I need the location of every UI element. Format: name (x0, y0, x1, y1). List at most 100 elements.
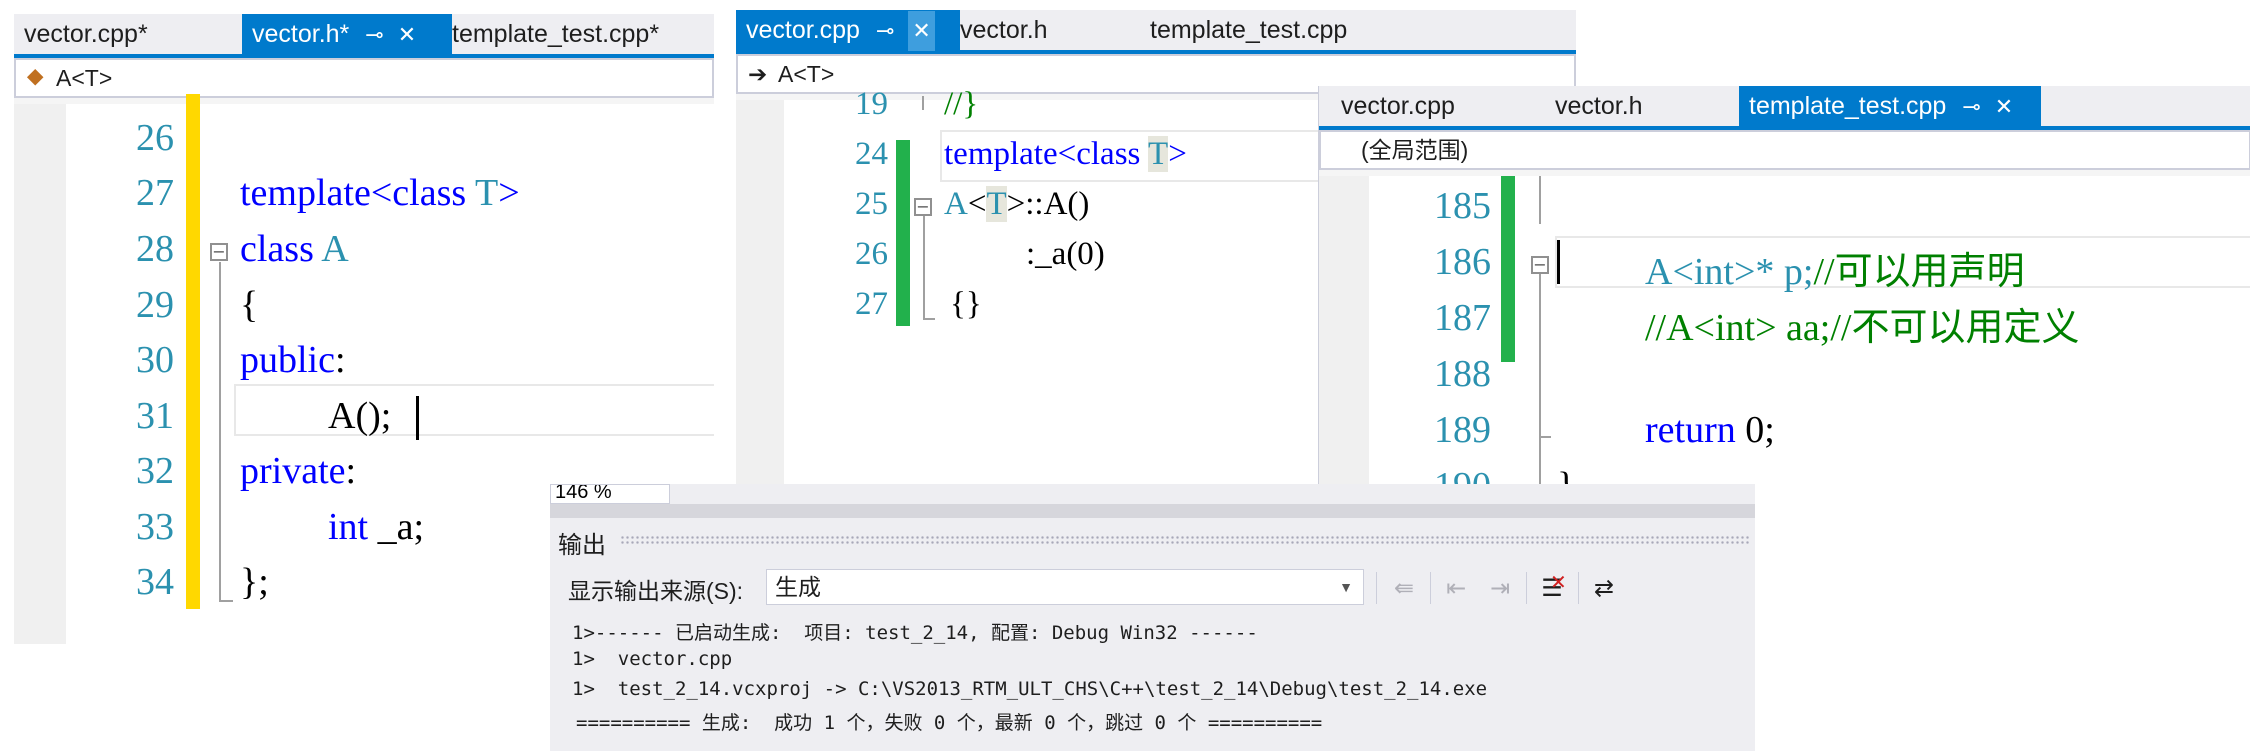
code-line: template<class T> (944, 136, 1187, 172)
chevron-down-icon: ▼ (1339, 579, 1353, 595)
line-number: 28 (136, 228, 174, 270)
navigation-bar[interactable]: (全局范围) (1319, 130, 2250, 170)
tab-label: vector.cpp (746, 16, 860, 44)
line-number: 188 (1434, 353, 1491, 395)
line-number: 19 (855, 86, 888, 122)
pin-icon[interactable]: ⊸ (1962, 87, 1980, 127)
line-number: 25 (855, 186, 888, 222)
code-line: class A (240, 228, 349, 270)
outline-line (219, 262, 221, 602)
line-number: 190 (1434, 465, 1491, 486)
close-icon[interactable]: ✕ (1995, 87, 2013, 127)
code-line: { (240, 284, 259, 326)
code-line: template<class T> (240, 172, 520, 214)
line-number: 27 (136, 172, 174, 214)
tab-vector-cpp[interactable]: vector.cpp (1341, 86, 1455, 126)
code-editor[interactable]: 185 186 187 188 189 190 − A<int>* p;//可以… (1319, 176, 2250, 486)
tab-bar: vector.cpp vector.h template_test.cpp ⊸ ✕ (1319, 86, 2250, 130)
zoom-value: 146 % (555, 484, 612, 503)
outline-line (1539, 176, 1541, 224)
output-line: ========== 生成: 成功 1 个，失败 0 个，最新 0 个，跳过 0… (576, 712, 1323, 734)
outline-end (923, 318, 935, 320)
toolbar-separator (1376, 572, 1377, 604)
code-line: A<int>* p;//可以用声明 (1645, 251, 2025, 293)
code-line: private: (240, 450, 357, 492)
code-line: :_a(0) (1026, 236, 1105, 272)
pin-icon[interactable]: ⊸ (365, 15, 383, 55)
line-number: 34 (136, 561, 174, 603)
tab-vector-cpp[interactable]: vector.cpp* (24, 14, 148, 54)
output-title: 输出 (558, 532, 606, 559)
scope-label: A<T> (778, 61, 835, 87)
line-number: 185 (1434, 185, 1491, 227)
tab-template-test-cpp[interactable]: template_test.cpp (1150, 10, 1347, 50)
collapse-toggle[interactable]: − (1531, 256, 1549, 274)
navigation-bar[interactable]: ⯁ A<T> (14, 58, 714, 98)
line-number: 30 (136, 339, 174, 381)
collapse-toggle[interactable]: − (914, 198, 932, 216)
output-source-label: 显示输出来源(S): (568, 578, 744, 604)
output-window: 146 % 输出 显示输出来源(S): 生成 ▼ ⇚ ⇤ ⇥ ☰ ✕ ⇄ 1>--… (550, 484, 1755, 751)
pin-icon[interactable]: ⊸ (876, 11, 894, 51)
line-number: 189 (1434, 409, 1491, 451)
output-source-select[interactable]: 生成 ▼ (766, 569, 1364, 605)
gutter (1319, 176, 1369, 486)
outline-line (923, 216, 925, 320)
word-wrap-icon[interactable]: ⇄ (1588, 572, 1620, 604)
collapse-toggle[interactable]: − (210, 243, 228, 261)
output-divider (550, 504, 1755, 518)
output-line: 1> vector.cpp (572, 648, 733, 670)
drag-grip[interactable] (620, 535, 1749, 545)
change-marker-unsaved (186, 94, 200, 609)
code-line: //} (944, 86, 979, 122)
find-message-icon[interactable]: ⇚ (1388, 572, 1420, 604)
line-number: 186 (1434, 241, 1491, 283)
editor-pane-template-test-cpp: vector.cpp vector.h template_test.cpp ⊸ ✕ … (1318, 86, 2250, 486)
code-line: public: (240, 339, 346, 381)
tab-label: vector.h* (252, 20, 350, 48)
code-line: {} (950, 286, 982, 322)
code-line: A<T>::A() (944, 186, 1090, 222)
code-line: //A<int> aa;//不可以用定义 (1645, 307, 2080, 349)
code-line: int _a; (328, 506, 425, 548)
previous-message-icon[interactable]: ⇤ (1440, 572, 1472, 604)
output-text-area[interactable]: 1>------ 已启动生成: 项目: test_2_14, 配置: Debug… (550, 612, 1755, 751)
code-line: return 0; (1645, 409, 1775, 451)
code-line: }; (240, 561, 269, 603)
line-number: 27 (855, 286, 888, 322)
toolbar-separator (1526, 572, 1527, 604)
tab-template-test-cpp[interactable]: template_test.cpp* (452, 14, 659, 54)
outline-end (219, 600, 233, 602)
tab-bar: vector.cpp ⊸ ✕ vector.h template_test.cpp (736, 10, 1576, 54)
tab-template-test-cpp[interactable]: template_test.cpp ⊸ ✕ (1739, 86, 2041, 126)
toolbar-separator (1578, 572, 1579, 604)
tab-vector-cpp[interactable]: vector.cpp ⊸ ✕ (736, 10, 960, 51)
change-marker-saved (1501, 176, 1515, 362)
gutter (14, 104, 66, 644)
line-number: 24 (855, 136, 888, 172)
line-number: 31 (136, 395, 174, 437)
toolbar-separator (1430, 572, 1431, 604)
current-line-highlight (234, 384, 714, 436)
line-number: 32 (136, 450, 174, 492)
close-icon[interactable]: ✕ (398, 15, 416, 55)
tab-vector-h[interactable]: vector.h (960, 10, 1048, 50)
line-number: 33 (136, 506, 174, 548)
output-source-value: 生成 (775, 574, 821, 600)
tab-bar: vector.cpp* vector.h* ⊸ ✕ template_test.cp… (14, 14, 714, 58)
scope-label: (全局范围) (1361, 137, 1469, 163)
tab-vector-h[interactable]: vector.h* ⊸ ✕ (242, 14, 452, 54)
tab-label: template_test.cpp (1749, 92, 1947, 120)
code-line: } (1557, 465, 1576, 486)
text-caret (416, 396, 419, 440)
line-number: 187 (1434, 297, 1491, 339)
class-icon: ⯁ (26, 65, 45, 91)
text-caret (1557, 240, 1560, 284)
zoom-level[interactable]: 146 % (550, 484, 670, 504)
close-icon[interactable]: ✕ (908, 11, 935, 51)
output-line: 1>------ 已启动生成: 项目: test_2_14, 配置: Debug… (572, 622, 1258, 644)
line-number: 26 (855, 236, 888, 272)
clear-all-icon[interactable]: ☰ ✕ (1536, 570, 1568, 604)
next-message-icon[interactable]: ⇥ (1484, 572, 1516, 604)
tab-vector-h[interactable]: vector.h (1555, 86, 1643, 126)
